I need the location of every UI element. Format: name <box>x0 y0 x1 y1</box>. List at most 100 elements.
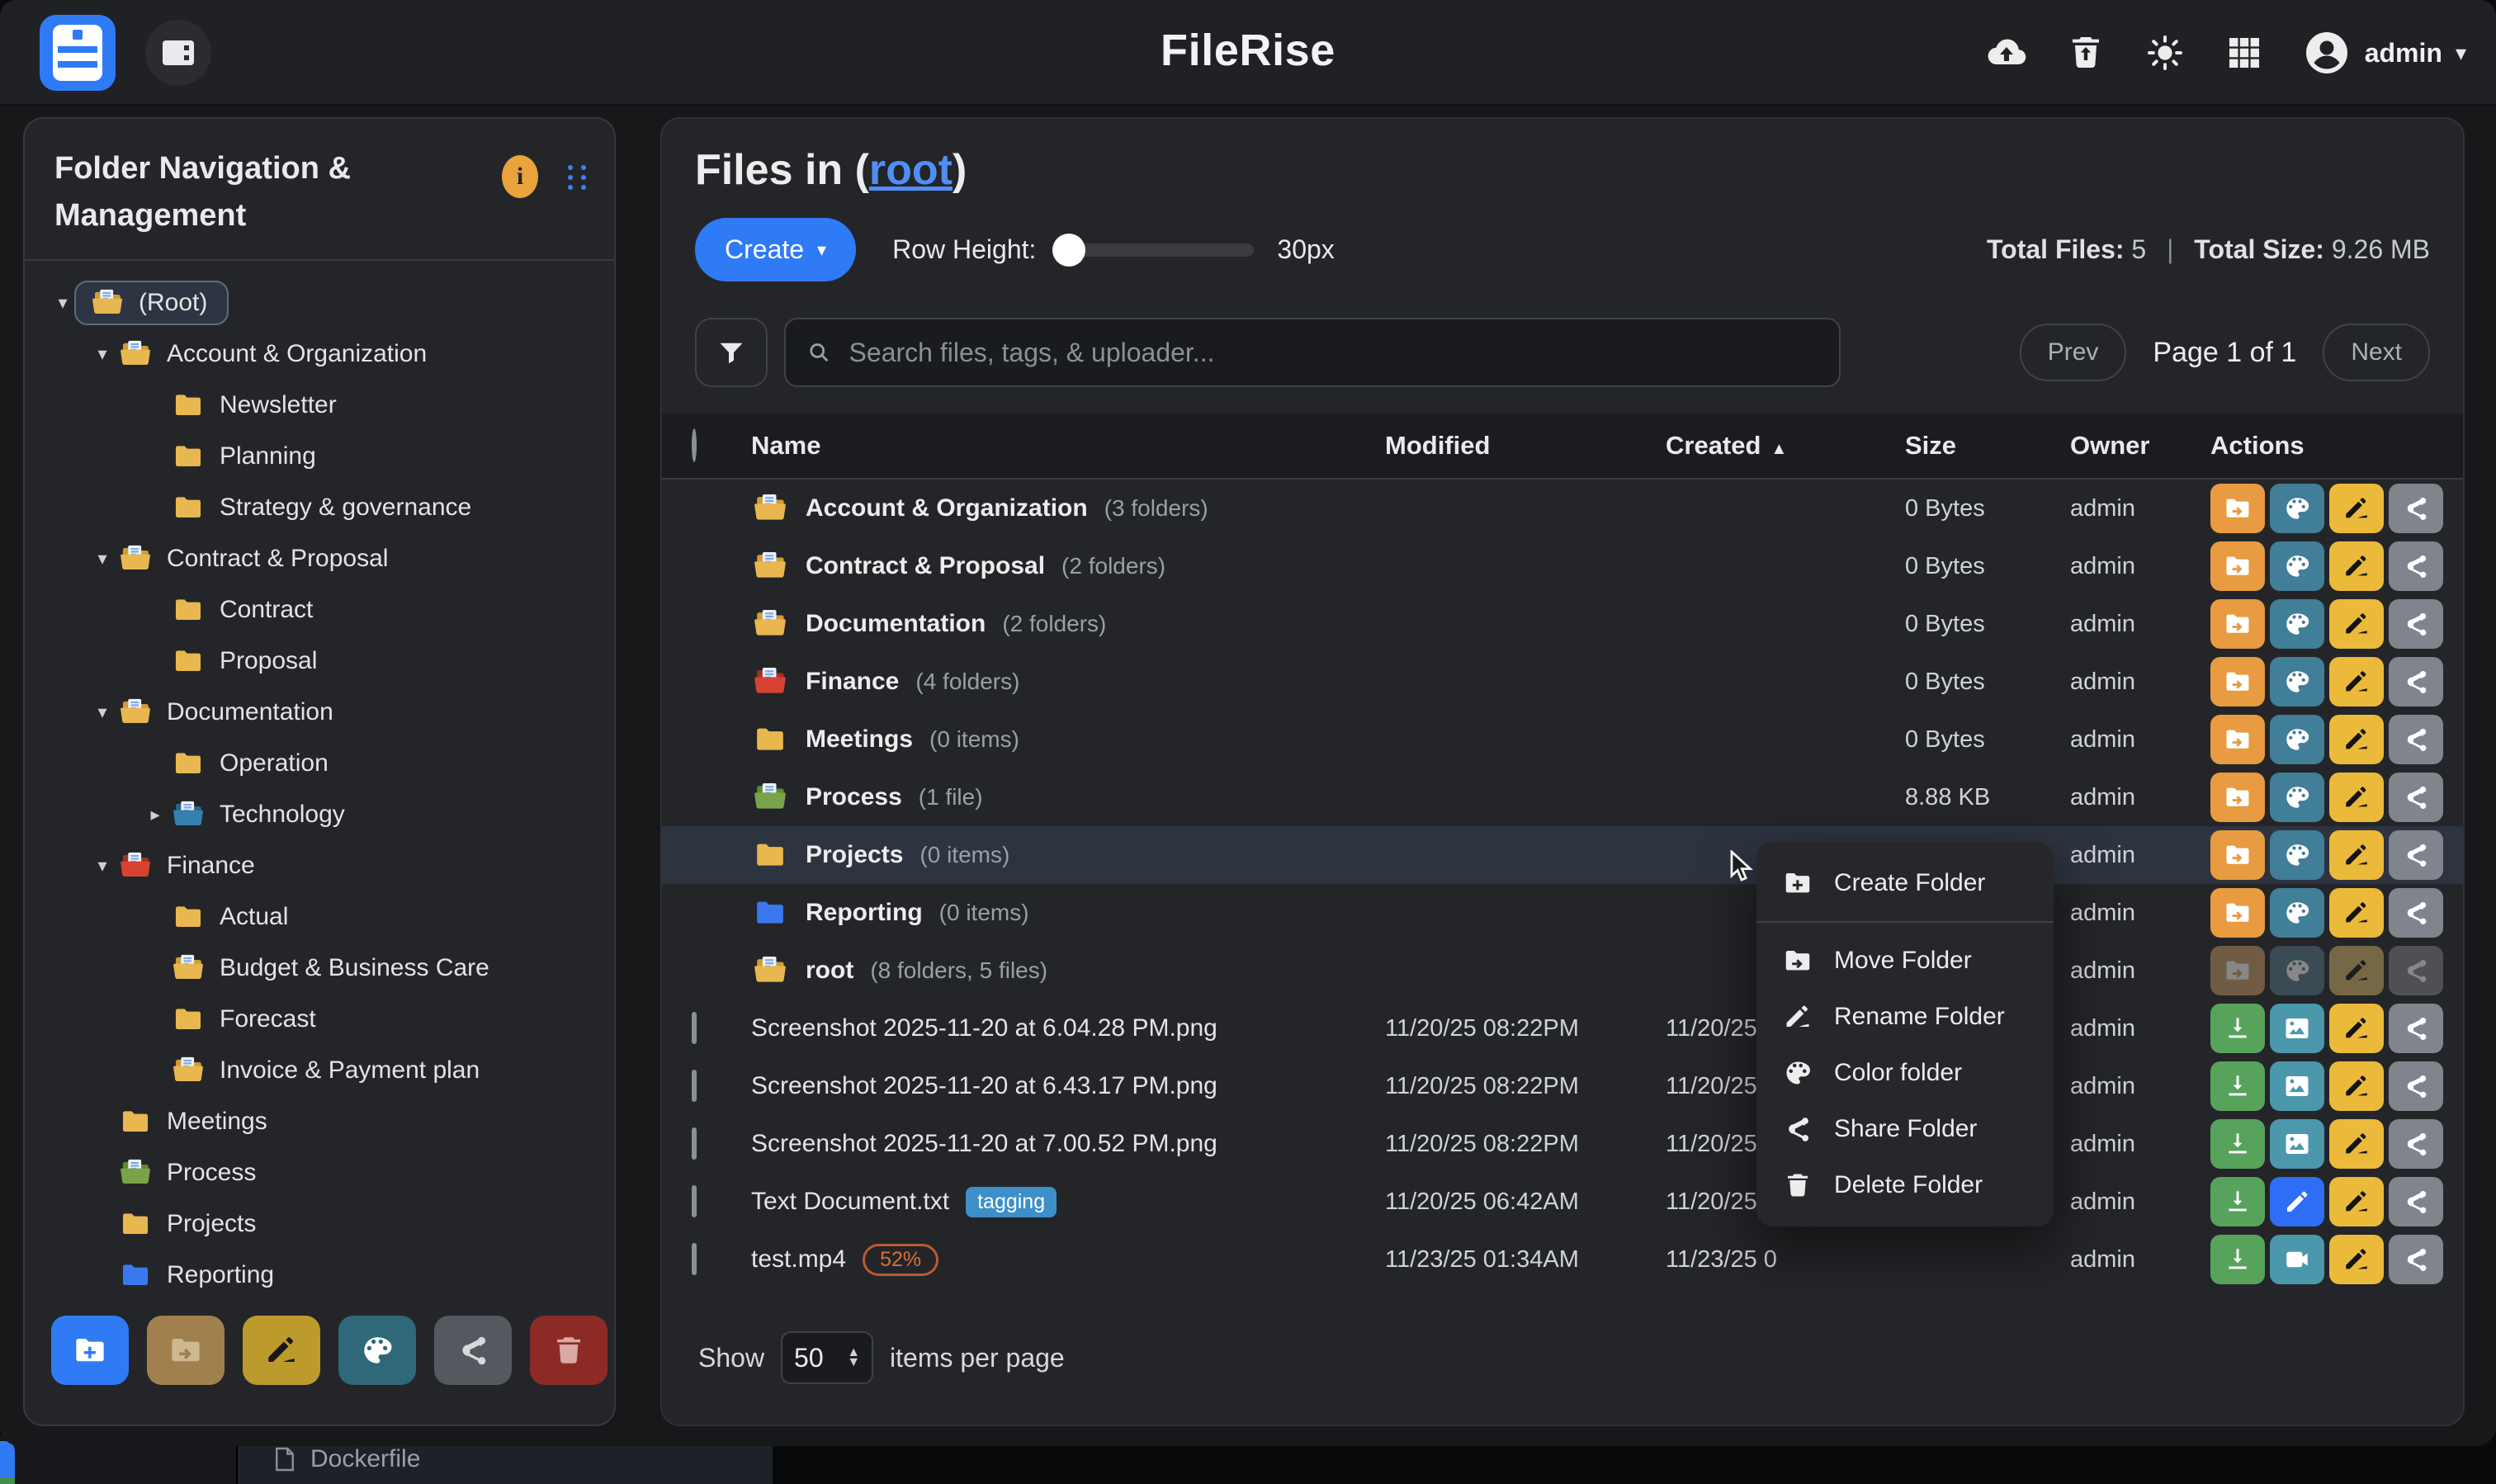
row-checkbox[interactable] <box>692 1012 697 1044</box>
column-header-modified[interactable]: Modified <box>1385 431 1666 461</box>
color-folder-button[interactable] <box>2270 773 2324 822</box>
rename-file-button[interactable] <box>2329 1119 2384 1169</box>
rename-file-button[interactable] <box>2329 1177 2384 1226</box>
share-folder-button[interactable] <box>2389 599 2443 649</box>
column-header-owner[interactable]: Owner <box>2070 431 2210 461</box>
move-folder-button[interactable] <box>2210 657 2265 707</box>
rename-folder-button[interactable] <box>2329 484 2384 533</box>
apps-grid-button[interactable] <box>2223 31 2266 74</box>
move-folder-button[interactable] <box>2210 888 2265 938</box>
sidebar-item-actual[interactable]: Actual <box>38 891 601 943</box>
share-file-button[interactable] <box>2389 1004 2443 1053</box>
user-menu[interactable]: admin ▾ <box>2302 28 2466 78</box>
context-rename-folder[interactable]: Rename Folder <box>1756 989 2054 1045</box>
download-button[interactable] <box>2210 1061 2265 1111</box>
create-folder-button[interactable] <box>51 1316 129 1385</box>
row-checkbox[interactable] <box>692 1243 697 1275</box>
sidebar-item-technology[interactable]: ▸Technology <box>38 789 601 840</box>
move-folder-button[interactable] <box>2210 541 2265 591</box>
share-file-button[interactable] <box>2389 1235 2443 1284</box>
table-row-folder[interactable]: Account & Organization(3 folders) 0 Byte… <box>662 480 2463 537</box>
drag-handle-icon[interactable] <box>568 165 588 191</box>
table-row-folder[interactable]: Reporting(0 items) admin <box>662 884 2463 942</box>
share-folder-button[interactable] <box>2389 657 2443 707</box>
edit-text-button[interactable] <box>2270 1177 2324 1226</box>
next-page-button[interactable]: Next <box>2323 324 2430 381</box>
context-create-folder[interactable]: Create Folder <box>1756 855 2054 911</box>
color-folder-button[interactable] <box>2270 484 2324 533</box>
sidebar-item-projects[interactable]: Projects <box>38 1198 601 1250</box>
download-button[interactable] <box>2210 1177 2265 1226</box>
sidebar-item-newsletter[interactable]: Newsletter <box>38 380 601 431</box>
play-video-button[interactable] <box>2270 1235 2324 1284</box>
context-color-folder[interactable]: Color folder <box>1756 1045 2054 1101</box>
search-box[interactable] <box>784 318 1841 387</box>
context-move-folder[interactable]: Move Folder <box>1756 933 2054 989</box>
rename-folder-button[interactable] <box>2329 657 2384 707</box>
share-folder-button[interactable] <box>2389 773 2443 822</box>
move-folder-button[interactable] <box>2210 484 2265 533</box>
table-row-file[interactable]: test.mp452% 11/23/25 01:34AM11/23/25 0 a… <box>662 1231 2463 1288</box>
table-row-folder[interactable]: Process(1 file) 8.88 KBadmin <box>662 768 2463 826</box>
color-folder-button[interactable] <box>2270 715 2324 764</box>
items-per-page-select[interactable]: 50 ▲▼ <box>781 1331 873 1384</box>
slider-thumb[interactable] <box>1052 234 1085 267</box>
sidebar-item-strategy-governance[interactable]: Strategy & governance <box>38 482 601 533</box>
color-folder-button[interactable] <box>2270 830 2324 880</box>
sidebar-item-process[interactable]: Process <box>38 1147 601 1198</box>
sidebar-item-proposal[interactable]: Proposal <box>38 636 601 687</box>
delete-folder-button[interactable] <box>530 1316 607 1385</box>
share-file-button[interactable] <box>2389 1061 2443 1111</box>
table-row-folder[interactable]: Meetings(0 items) 0 Bytesadmin <box>662 711 2463 768</box>
move-folder-button[interactable] <box>2210 773 2265 822</box>
create-button[interactable]: Create▾ <box>695 218 856 281</box>
sidebar-item-budget-business-care[interactable]: Budget & Business Care <box>38 943 601 994</box>
share-folder-button[interactable] <box>2389 888 2443 938</box>
rename-folder-button[interactable] <box>2329 715 2384 764</box>
table-row-folder-root[interactable]: root(8 folders, 5 files) admin <box>662 942 2463 1000</box>
share-file-button[interactable] <box>2389 1119 2443 1169</box>
row-checkbox[interactable] <box>692 1185 697 1217</box>
table-row-file[interactable]: Screenshot 2025-11-20 at 6.04.28 PM.png … <box>662 1000 2463 1057</box>
table-row-folder-selected[interactable]: Projects(0 items) 0 Bytesadmin <box>662 826 2463 884</box>
trash-restore-button[interactable] <box>2064 31 2107 74</box>
caret-down-icon[interactable]: ▾ <box>91 702 114 723</box>
sidebar-item-contract[interactable]: Contract <box>38 584 601 636</box>
sidebar-item-documentation[interactable]: ▾Documentation <box>38 687 601 738</box>
share-folder-button[interactable] <box>434 1316 512 1385</box>
rename-file-button[interactable] <box>2329 1061 2384 1111</box>
sidebar-item-planning[interactable]: Planning <box>38 431 601 482</box>
color-folder-button[interactable] <box>2270 541 2324 591</box>
table-row-folder[interactable]: Contract & Proposal(2 folders) 0 Bytesad… <box>662 537 2463 595</box>
move-folder-button[interactable] <box>2210 715 2265 764</box>
color-folder-button[interactable] <box>338 1316 416 1385</box>
sidebar-item-invoice-payment-plan[interactable]: Invoice & Payment plan <box>38 1045 601 1096</box>
sidebar-item-meetings[interactable]: Meetings <box>38 1096 601 1147</box>
prev-page-button[interactable]: Prev <box>2020 324 2127 381</box>
row-checkbox[interactable] <box>692 1127 697 1160</box>
share-folder-button[interactable] <box>2389 715 2443 764</box>
rename-file-button[interactable] <box>2329 1004 2384 1053</box>
sidebar-item-account-organization[interactable]: ▾Account & Organization <box>38 328 601 380</box>
sidebar-item-reporting[interactable]: Reporting <box>38 1250 601 1301</box>
preview-image-button[interactable] <box>2270 1061 2324 1111</box>
caret-down-icon[interactable]: ▾ <box>91 548 114 569</box>
share-folder-button[interactable] <box>2389 484 2443 533</box>
table-row-file[interactable]: Text Document.txttagging 11/20/25 06:42A… <box>662 1173 2463 1231</box>
table-row-folder[interactable]: Finance(4 folders) 0 Bytesadmin <box>662 653 2463 711</box>
context-share-folder[interactable]: Share Folder <box>1756 1101 2054 1157</box>
preview-image-button[interactable] <box>2270 1004 2324 1053</box>
table-row-folder[interactable]: Documentation(2 folders) 0 Bytesadmin <box>662 595 2463 653</box>
rename-folder-button[interactable] <box>2329 541 2384 591</box>
column-header-name[interactable]: Name <box>751 431 1385 461</box>
color-folder-button[interactable] <box>2270 657 2324 707</box>
move-folder-button[interactable] <box>2210 599 2265 649</box>
caret-down-icon[interactable]: ▾ <box>51 292 74 314</box>
info-icon[interactable]: i <box>502 155 538 198</box>
rename-folder-button[interactable] <box>243 1316 320 1385</box>
upload-button[interactable] <box>1985 31 2028 74</box>
download-button[interactable] <box>2210 1004 2265 1053</box>
share-folder-button[interactable] <box>2389 830 2443 880</box>
sidebar-item-finance[interactable]: ▾Finance <box>38 840 601 891</box>
download-button[interactable] <box>2210 1235 2265 1284</box>
